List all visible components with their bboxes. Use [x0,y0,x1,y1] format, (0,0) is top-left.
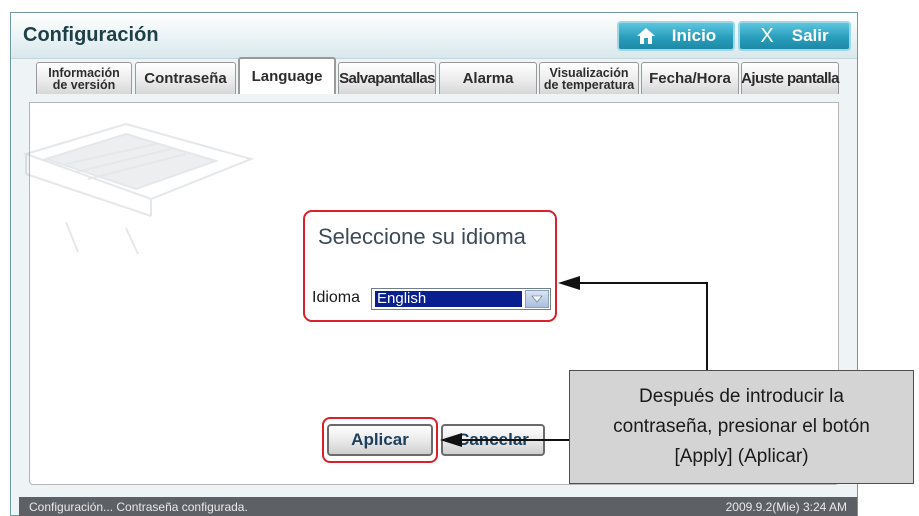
tab-language-label: Language [251,68,323,85]
tab-label-line2: de temperatura [543,77,635,92]
chevron-down-icon[interactable] [525,290,549,308]
tab-screen-adjust[interactable]: Ajuste pantalla [741,62,839,94]
callout-line: Después de introducir la [639,386,844,407]
tab-temperature-display[interactable]: Visualización de temperatura [539,62,639,94]
instruction-callout: Después de introducir la contraseña, pre… [569,370,914,484]
tab-date-time-label: Fecha/Hora [649,70,731,87]
tab-password-label: Contraseña [144,70,227,87]
close-icon: X [760,24,774,47]
language-select-value: English [375,291,522,307]
apply-button-label: Aplicar [351,430,409,449]
language-field-label: Idioma [312,289,361,306]
title-bar: Configuración Inicio X Salir [11,13,857,59]
language-prompt: Seleccione su idioma [318,224,526,249]
status-bar: Configuración... Contraseña configurada.… [19,497,857,516]
window-title: Configuración [23,24,159,46]
tab-screensaver[interactable]: Salvapantallas [338,62,436,94]
status-message: Configuración... Contraseña configurada. [29,500,248,514]
tab-alarm-label: Alarma [462,70,514,87]
tab-date-time[interactable]: Fecha/Hora [641,62,739,94]
home-icon [636,27,656,45]
cancel-button[interactable]: Cancelar [441,424,545,456]
tab-version-info-label: Información de versión [48,66,120,92]
tab-screen-adjust-label: Ajuste pantalla [741,70,839,87]
tab-version-info[interactable]: Información de versión [36,62,132,94]
callout-line: contraseña, presionar el botón [613,416,870,437]
home-button-label: Inicio [671,26,717,45]
exit-button-label: Salir [791,26,829,45]
status-datetime: 2009.9.2(Mie) 3:24 AM [725,500,847,514]
cancel-button-label: Cancelar [457,430,529,449]
home-button[interactable]: Inicio [617,21,735,51]
apply-button[interactable]: Aplicar [327,424,433,456]
tab-screensaver-label: Salvapantallas [339,70,435,87]
tab-alarm[interactable]: Alarma [439,62,537,94]
tab-temperature-display-label: Visualización de temperatura [543,66,635,92]
callout-line: [Apply] (Aplicar) [674,446,809,467]
language-select[interactable]: English [371,288,551,310]
callout-text: Después de introducir la contraseña, pre… [613,382,870,472]
air-conditioner-illustration [22,122,255,254]
tab-language[interactable]: Language [238,57,336,94]
tab-label-line2: de versión [52,77,116,92]
exit-button[interactable]: X Salir [738,21,851,51]
tab-password[interactable]: Contraseña [135,62,236,94]
